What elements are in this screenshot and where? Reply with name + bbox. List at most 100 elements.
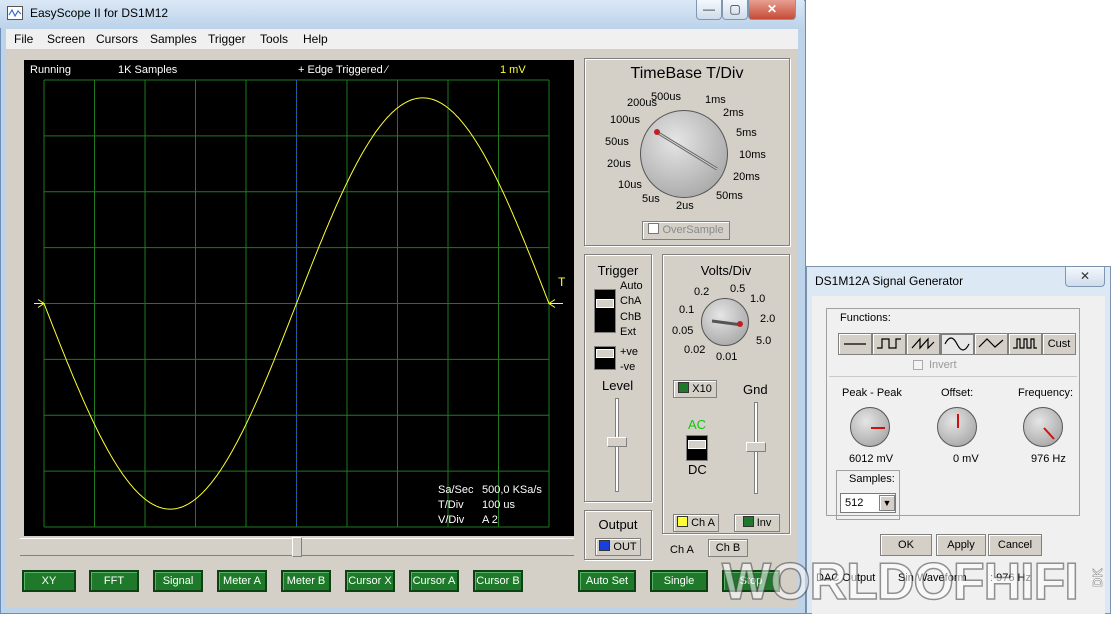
dc-label[interactable]: DC [688,462,707,477]
volts-label-0.1: 0.1 [679,304,695,316]
volts-knob[interactable] [701,298,749,346]
window-title: EasyScope II for DS1M12 [30,6,169,20]
info-label-vdiv: V/Div [438,514,465,526]
horizontal-position-thumb[interactable] [292,537,302,557]
menu-screen[interactable]: Screen [47,32,85,46]
samples-select[interactable]: 512 ▼ [840,493,896,513]
oversample-checkbox[interactable]: OverSample [642,221,730,240]
trigger-mode-auto[interactable]: Auto [620,280,643,292]
tb-label-1ms: 1ms [705,94,726,106]
output-label: OUT [613,541,637,553]
ground-level-thumb[interactable] [746,442,766,452]
invert-checkbox[interactable] [913,360,923,370]
timebase-knob[interactable] [640,110,728,198]
cursor-a-button[interactable]: Cursor A [409,570,459,592]
menu-trigger[interactable]: Trigger [208,32,246,46]
close-button[interactable]: ✕ [748,0,796,20]
coupling-thumb[interactable] [688,440,706,449]
menu-cursors[interactable]: Cursors [96,32,138,46]
function-dc-button[interactable] [838,333,872,355]
menu-samples[interactable]: Samples [150,32,197,46]
timebase-title: TimeBase T/Div [630,65,744,82]
volts-label-0.05: 0.05 [672,325,694,337]
volts-label-0.02: 0.02 [684,344,706,356]
single-button[interactable]: Single [650,570,708,592]
trigger-mode-cha[interactable]: ChA [620,295,641,307]
trigger-mode-ext[interactable]: Ext [620,326,636,338]
menu-tools[interactable]: Tools [260,32,288,46]
channel-a-indicator [677,516,689,527]
tb-label-20ms: 20ms [733,171,760,183]
tab-channel-a[interactable]: Ch A [670,544,694,556]
trigger-slope-switch[interactable] [594,346,616,370]
scope-screen[interactable]: Running 1K Samples + Edge Triggered ⁄ 1 … [24,60,574,536]
maximize-button[interactable]: ▢ [722,0,748,20]
cursor-b-button[interactable]: Cursor B [473,570,523,592]
trigger-mode-switch[interactable] [594,289,616,333]
watermark-logo: WORLDOFHIFI DK [716,547,1111,614]
invert-button[interactable]: Inv [734,514,780,532]
oversample-box [648,223,660,234]
volts-label-0.2: 0.2 [694,286,710,298]
trigger-level-label: Level [602,378,634,393]
tb-label-20us: 20us [607,158,631,170]
tb-label-2us: 2us [676,200,694,212]
function-custom-button[interactable]: Cust [1042,333,1076,355]
meter-b-button[interactable]: Meter B [281,570,331,592]
info-label-sasec: Sa/Sec [438,484,474,496]
output-title: Output [598,517,638,532]
functions-label: Functions: [840,312,891,324]
function-sine-button[interactable] [940,333,974,355]
trigger-slope-thumb[interactable] [596,349,614,358]
function-triangle-button[interactable] [974,333,1008,355]
ac-label[interactable]: AC [688,417,706,432]
xy-button[interactable]: XY [22,570,76,592]
coupling-switch[interactable] [686,435,708,461]
x10-button[interactable]: X10 [673,380,717,398]
tb-label-5us: 5us [642,193,660,205]
signal-generator-title: DS1M12A Signal Generator [815,274,964,288]
trigger-level-thumb[interactable] [607,437,627,447]
volts-label-1.0: 1.0 [750,293,766,305]
menu-bar: File Screen Cursors Samples Trigger Tool… [6,29,798,49]
output-button[interactable]: OUT [595,538,641,556]
auto-set-button[interactable]: Auto Set [578,570,636,592]
status-text: Running [30,64,71,76]
volts-text: 1 mV [500,64,526,76]
trigger-mode-thumb[interactable] [596,299,614,308]
trigger-mode-chb[interactable]: ChB [620,311,641,323]
gnd-label: Gnd [743,382,768,397]
oversample-label: OverSample [662,224,724,236]
signal-generator-close[interactable]: ✕ [1065,267,1105,287]
invert-checkbox-label: Invert [929,359,957,371]
volts-label-5.0: 5.0 [756,335,772,347]
invert-indicator [742,516,754,527]
minimize-button[interactable]: — [696,0,722,20]
volts-label-0.01: 0.01 [716,351,738,363]
triangle-wave-icon [978,338,1004,348]
function-sawtooth-button[interactable] [906,333,940,355]
menu-help[interactable]: Help [303,32,328,46]
samples-label: Samples: [849,473,895,485]
offset-label: Offset: [941,387,974,399]
peak-peak-value: 6012 mV [849,453,894,465]
offset-knob[interactable] [937,407,977,447]
peak-peak-knob[interactable] [850,407,890,447]
volts-title: Volts/Div [700,263,752,278]
tb-label-5ms: 5ms [736,127,757,139]
channel-a-label: Ch A [691,517,715,529]
function-square-button[interactable] [872,333,906,355]
trigger-slope-neg[interactable]: -ve [620,361,635,373]
tb-label-10ms: 10ms [739,149,766,161]
fft-button[interactable]: FFT [89,570,139,592]
chevron-down-icon[interactable]: ▼ [879,495,895,511]
cursor-x-button[interactable]: Cursor X [345,570,395,592]
channel-a-button[interactable]: Ch A [673,514,719,532]
trigger-slope-pos[interactable]: +ve [620,346,638,358]
meter-a-button[interactable]: Meter A [217,570,267,592]
function-pulse-button[interactable] [1008,333,1042,355]
frequency-knob[interactable] [1023,407,1063,447]
signal-button[interactable]: Signal [153,570,203,592]
info-value-sasec: 500,0 KSa/s [482,484,542,496]
menu-file[interactable]: File [14,32,33,46]
